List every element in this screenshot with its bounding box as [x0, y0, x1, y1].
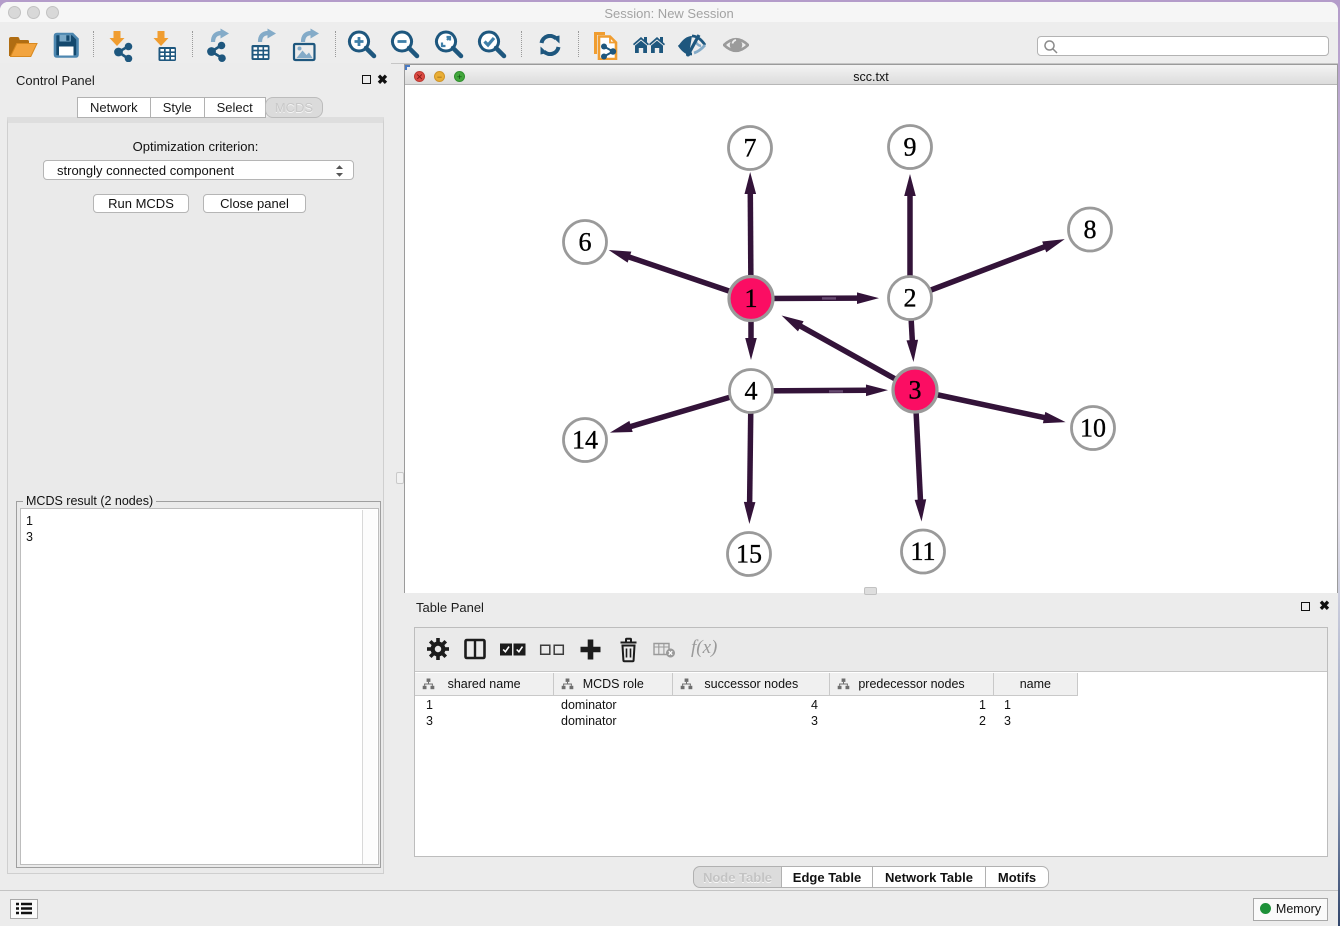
- svg-text:10: 10: [1080, 414, 1106, 443]
- svg-text:9: 9: [904, 133, 917, 162]
- svg-text:14: 14: [572, 426, 598, 455]
- svg-text:3: 3: [909, 376, 922, 405]
- svg-text:1: 1: [745, 284, 758, 313]
- svg-text:7: 7: [744, 134, 757, 163]
- svg-text:2: 2: [904, 284, 917, 313]
- svg-text:15: 15: [736, 540, 762, 569]
- svg-text:11: 11: [910, 537, 935, 566]
- svg-text:6: 6: [579, 228, 592, 257]
- svg-text:8: 8: [1084, 215, 1097, 244]
- svg-text:4: 4: [745, 377, 758, 406]
